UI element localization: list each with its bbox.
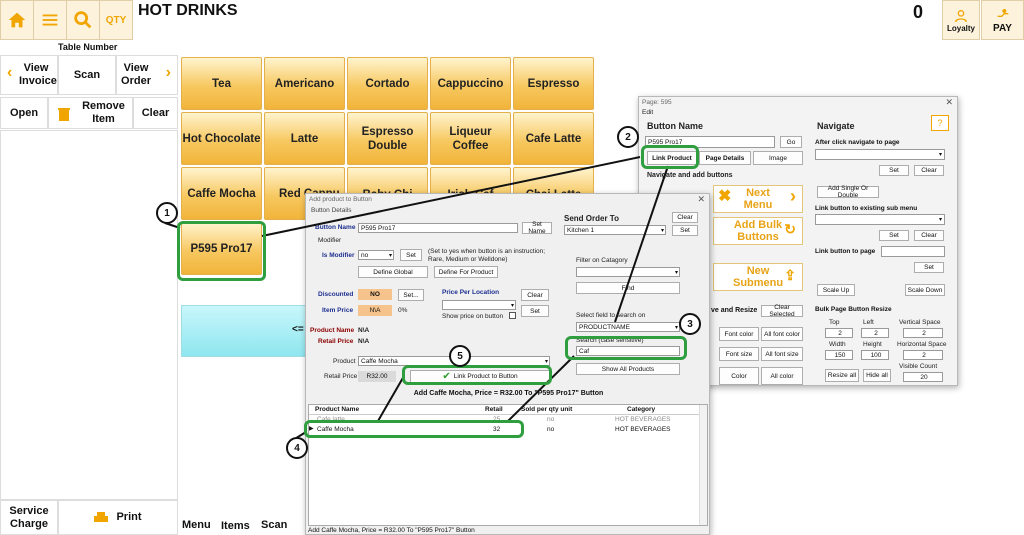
callout-4: 4 [286,437,308,459]
callout-2: 2 [617,126,639,148]
highlight-link-product [641,145,699,169]
connector-lines [164,156,669,441]
highlight-p595-tile [177,221,266,281]
callout-5: 5 [449,345,471,367]
highlight-caffe-mocha-row [304,420,524,438]
highlight-link-to-button [402,365,552,385]
highlight-search [565,336,687,360]
callout-3: 3 [679,313,701,335]
callout-1: 1 [156,202,178,224]
